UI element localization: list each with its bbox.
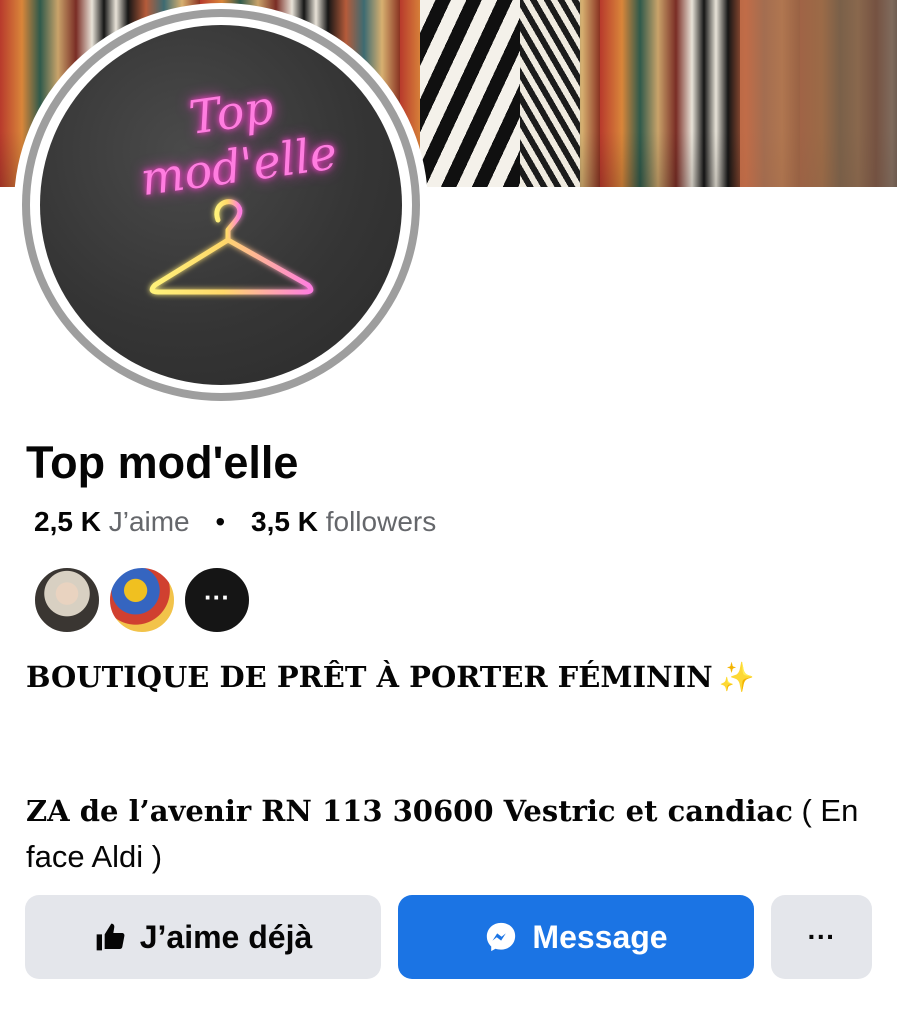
hanger-icon (149, 199, 314, 295)
friends-who-like: ··· (33, 566, 273, 634)
profile-picture[interactable]: Top mod'elle (40, 25, 402, 385)
likes-label[interactable]: J’aime (109, 506, 190, 537)
followers-count[interactable]: 3,5 K (251, 506, 318, 537)
page-stats: 2,5 K J’aime • 3,5 K followers (34, 506, 436, 538)
cover-pattern-3 (740, 0, 897, 187)
friend-avatar[interactable] (33, 566, 101, 634)
page-address: ZA de l’avenir RN 113 30600 Vestric et c… (26, 788, 876, 880)
cover-pattern (420, 0, 520, 187)
page-actions: J’aime déjà Message ··· (25, 895, 872, 980)
likes-count[interactable]: 2,5 K (34, 506, 101, 537)
page-bio: BOUTIQUE DE PRÊT À PORTER FÉMININ ✨ (26, 660, 755, 695)
message-button-label: Message (532, 918, 668, 955)
logo-text: Top mod'elle (137, 79, 341, 207)
liked-button-label: J’aime déjà (139, 918, 313, 955)
sparkles-icon: ✨ (718, 660, 755, 694)
followers-label[interactable]: followers (326, 506, 436, 537)
stats-separator: • (215, 506, 226, 537)
cover-pattern-2 (520, 0, 580, 187)
bio-text: BOUTIQUE DE PRÊT À PORTER FÉMININ (26, 660, 713, 694)
more-friends-button[interactable]: ··· (183, 566, 251, 634)
more-options-button[interactable]: ··· (771, 895, 872, 979)
address-text: ZA de l’avenir RN 113 30600 Vestric et c… (26, 794, 793, 828)
messenger-icon (487, 922, 516, 952)
liked-button[interactable]: J’aime déjà (25, 895, 381, 979)
page-title: Top mod'elle (26, 437, 299, 488)
more-horizontal-icon: ··· (807, 921, 836, 952)
friend-avatar[interactable] (108, 566, 176, 634)
thumbs-up-icon (96, 923, 125, 951)
message-button[interactable]: Message (398, 895, 754, 979)
